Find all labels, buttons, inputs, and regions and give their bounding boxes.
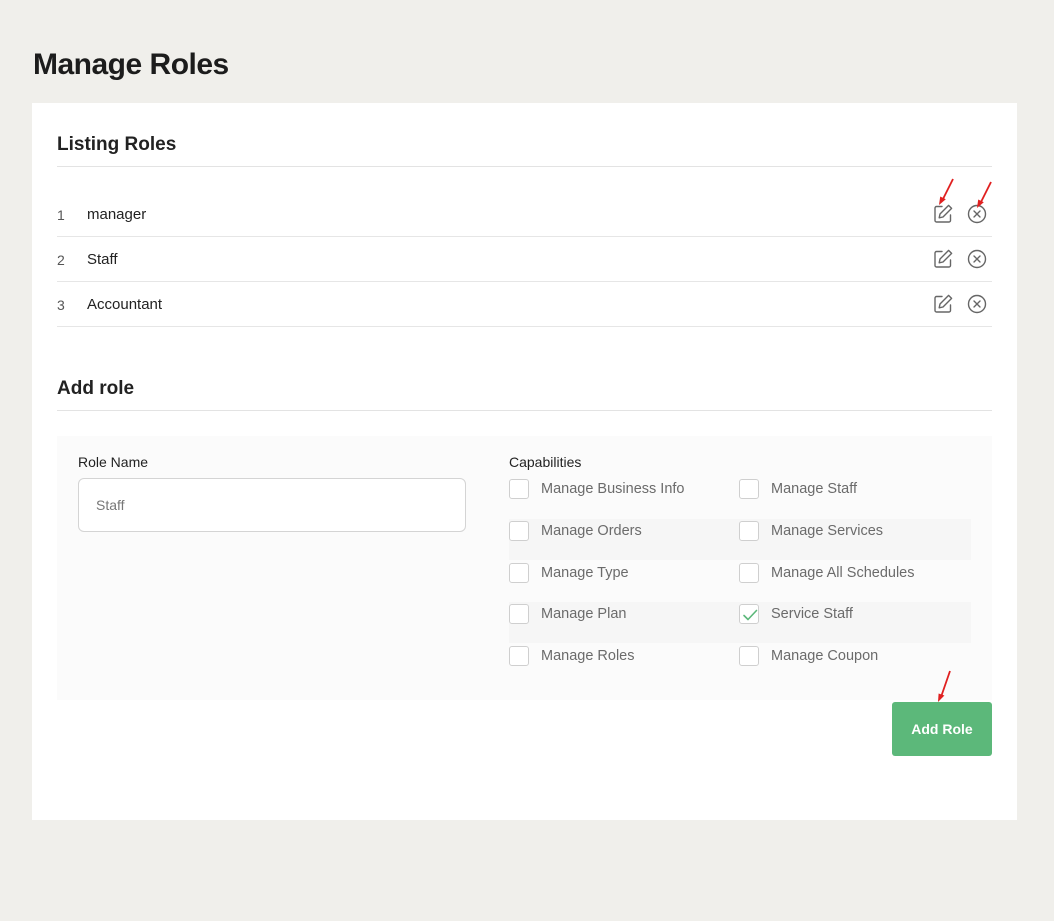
- capability-label: Manage Services: [771, 523, 884, 539]
- edit-role-button[interactable]: [932, 293, 954, 315]
- capability-label: Service Staff: [771, 606, 853, 622]
- red-arrow-icon: [977, 181, 992, 208]
- checkbox[interactable]: [739, 563, 759, 583]
- role-index: 2: [57, 252, 65, 268]
- checkbox[interactable]: [509, 604, 529, 624]
- checkbox[interactable]: [739, 646, 759, 666]
- checkbox-checked[interactable]: [739, 604, 759, 624]
- capability-label: Manage Staff: [771, 481, 857, 497]
- role-row: 2 Staff: [57, 237, 992, 282]
- role-name: Staff: [87, 251, 118, 268]
- add-role-title: Add role: [57, 378, 135, 399]
- capability-label: Manage Coupon: [771, 648, 879, 664]
- edit-role-button[interactable]: [932, 248, 954, 270]
- role-row: 3 Accountant: [57, 282, 992, 327]
- capability-label: Manage All Schedules: [771, 565, 915, 581]
- add-role-form: Role Name Capabilities Manage Business I…: [57, 436, 992, 700]
- checkbox[interactable]: [509, 521, 529, 541]
- circle-x-icon: [967, 294, 987, 314]
- role-name: Accountant: [87, 296, 163, 313]
- checkbox[interactable]: [739, 479, 759, 499]
- checkbox[interactable]: [509, 646, 529, 666]
- add-role-divider: [57, 410, 992, 411]
- capability-label: Manage Business Info: [541, 481, 685, 497]
- listing-divider: [57, 166, 992, 167]
- role-name-input[interactable]: [78, 478, 466, 532]
- role-name-label: Role Name: [78, 454, 149, 470]
- page-title: Manage Roles: [33, 48, 229, 81]
- checkbox[interactable]: [509, 563, 529, 583]
- roles-card: Listing Roles 1 manager 2 Staff 3 Accoun…: [32, 103, 1017, 820]
- delete-role-button[interactable]: [966, 293, 988, 315]
- delete-role-button[interactable]: [966, 248, 988, 270]
- circle-x-icon: [967, 249, 987, 269]
- capability-label: Manage Roles: [541, 648, 635, 664]
- capability-label: Manage Type: [541, 565, 629, 581]
- red-arrow-icon: [938, 670, 951, 702]
- role-name: manager: [87, 206, 147, 223]
- capabilities-label: Capabilities: [509, 454, 582, 470]
- capability-label: Manage Orders: [541, 523, 642, 539]
- pencil-square-icon: [934, 294, 953, 313]
- listing-roles-title: Listing Roles: [57, 134, 177, 155]
- role-row: 1 manager: [57, 192, 992, 237]
- checkbox[interactable]: [509, 479, 529, 499]
- checkbox[interactable]: [739, 521, 759, 541]
- capability-label: Manage Plan: [541, 606, 627, 622]
- role-index: 1: [57, 207, 65, 223]
- role-index: 3: [57, 297, 65, 313]
- checkmark-icon: [743, 609, 758, 621]
- pencil-square-icon: [934, 249, 953, 268]
- red-arrow-icon: [939, 178, 954, 205]
- add-role-button[interactable]: Add Role: [892, 702, 992, 756]
